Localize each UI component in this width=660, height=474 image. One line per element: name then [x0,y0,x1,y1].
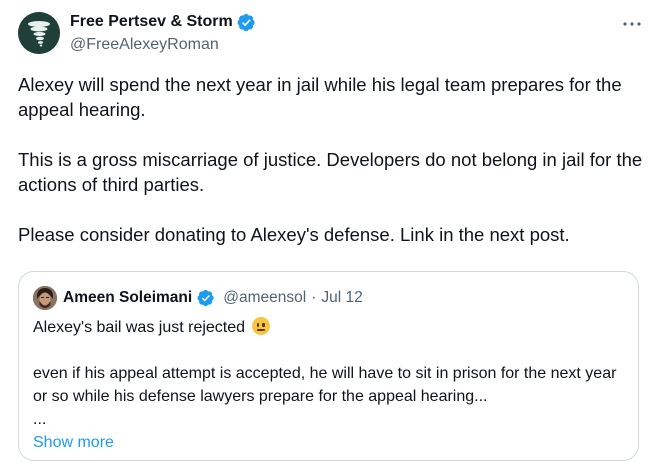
author-handle[interactable]: @FreeAlexeyRoman [70,35,219,55]
more-options-button[interactable] [620,14,644,34]
quoted-line: Alexey's bail was just rejected [33,316,628,339]
show-more-link[interactable]: Show more [33,431,628,454]
verified-badge-icon[interactable] [197,289,215,307]
tweet-paragraph: This is a gross miscarriage of justice. … [18,149,643,195]
more-dots-icon [623,22,641,26]
tweet-text: Alexey will spend the next year in jail … [18,72,643,247]
person-avatar-icon [33,286,57,310]
verified-badge-icon[interactable] [237,13,256,32]
quoted-tweet[interactable]: Ameen Soleimani @ameensol · Jul 12 Alexe… [18,271,639,461]
quoted-author-handle[interactable]: @ameensol [223,289,306,307]
tweet-paragraph: Please consider donating to Alexey's def… [18,224,570,245]
quoted-tweet-header: Ameen Soleimani @ameensol · Jul 12 [33,286,363,310]
author-name-row: Free Pertsev & Storm [70,12,256,32]
quoted-ellipsis: ... [33,411,47,428]
quoted-line-text: Alexey's bail was just rejected [33,319,246,336]
author-name[interactable]: Free Pertsev & Storm [70,12,233,32]
neutral-face-icon [251,317,270,335]
author-avatar[interactable] [18,12,60,54]
header-separator: · [311,289,317,306]
tweet: Free Pertsev & Storm @FreeAlexeyRoman Al… [0,0,660,474]
tweet-paragraph: Alexey will spend the next year in jail … [18,74,622,120]
quoted-author-name[interactable]: Ameen Soleimani [63,289,192,307]
quoted-line: even if his appeal attempt is accepted, … [33,365,617,405]
quoted-tweet-text: Alexey's bail was just rejected even if … [33,316,628,454]
tornado-logo-icon [18,12,60,54]
quoted-author-avatar[interactable] [33,286,57,310]
quoted-tweet-date[interactable]: Jul 12 [321,289,362,307]
